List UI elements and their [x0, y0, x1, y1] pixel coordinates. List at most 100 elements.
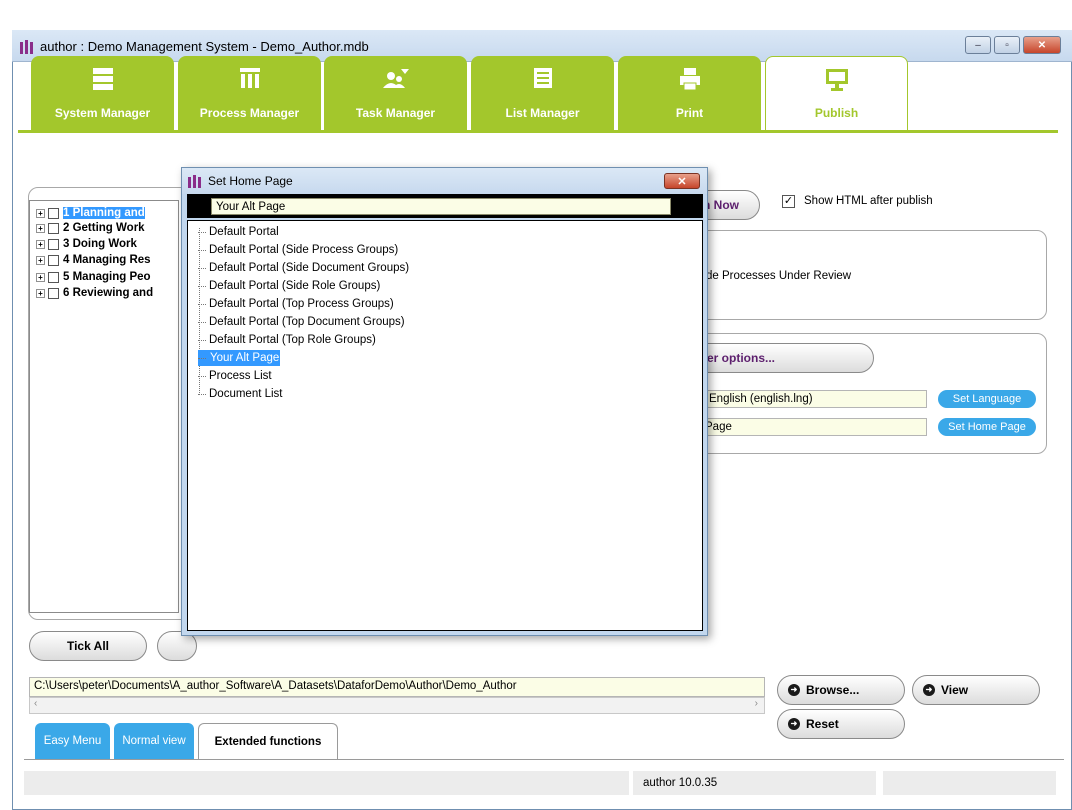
list-item-label: Default Portal (Top Process Groups) — [209, 298, 394, 310]
tab-publish[interactable]: Publish — [765, 56, 908, 130]
expand-icon[interactable]: + — [36, 239, 45, 249]
view-label: View — [941, 683, 969, 697]
tab-task-manager[interactable]: Task Manager — [324, 56, 467, 130]
list-item[interactable]: Default Portal (Top Document Groups) — [198, 314, 405, 330]
dialog-input-bar — [187, 194, 703, 218]
app-logo-icon — [188, 175, 201, 188]
process-tree[interactable]: +1 Planning and +2 Getting Work +3 Doing… — [29, 200, 179, 613]
columns-icon — [239, 68, 260, 88]
browse-label: Browse... — [806, 683, 860, 697]
printer-icon — [679, 68, 700, 90]
maximize-button[interactable]: ▫ — [994, 36, 1020, 54]
tree-item[interactable]: +4 Managing Res — [36, 253, 151, 267]
dialog-close-button[interactable]: ✕ — [664, 173, 700, 189]
list-item[interactable]: Default Portal — [198, 224, 279, 240]
tree-item-label: 4 Managing Res — [63, 254, 151, 266]
tree-item-label: 5 Managing Peo — [63, 271, 151, 283]
set-language-button[interactable]: Set Language — [938, 390, 1036, 408]
bottom-tab-line — [24, 759, 1064, 760]
expand-icon[interactable]: + — [36, 255, 45, 265]
set-home-page-dialog: Set Home Page ✕ Default Portal Default P… — [181, 167, 708, 636]
tab-label: Print — [675, 106, 704, 120]
list-item[interactable]: Default Portal (Side Process Groups) — [198, 242, 398, 258]
tab-normal-view[interactable]: Normal view — [114, 723, 194, 759]
home-page-field[interactable]: Page — [690, 418, 927, 436]
horizontal-scrollbar[interactable]: ‹ › — [29, 697, 765, 714]
arrow-circle-icon: ➜ — [923, 684, 935, 696]
tree-checkbox[interactable] — [48, 254, 59, 266]
tree-item-label: 1 Planning and — [63, 207, 145, 219]
list-item-label: Your Alt Page — [209, 352, 281, 364]
stack-icon — [92, 68, 113, 90]
other-options-button[interactable]: er options... — [690, 343, 874, 373]
browse-button[interactable]: ➜ Browse... — [777, 675, 905, 705]
tree-item-label: 2 Getting Work — [63, 222, 145, 234]
tab-underline — [18, 130, 1058, 133]
status-segment — [883, 771, 1056, 795]
list-item-selected[interactable]: Your Alt Page — [198, 350, 281, 366]
list-item[interactable]: Default Portal (Top Role Groups) — [198, 332, 376, 348]
scroll-right-icon[interactable]: › — [755, 698, 758, 709]
tree-checkbox[interactable] — [48, 222, 59, 234]
tree-checkbox[interactable] — [48, 238, 59, 250]
tree-checkbox[interactable] — [48, 287, 59, 299]
tree-item[interactable]: +2 Getting Work — [36, 221, 145, 235]
list-item-label: Default Portal — [209, 226, 279, 238]
home-page-options-list[interactable]: Default Portal Default Portal (Side Proc… — [187, 220, 703, 631]
list-item-label: Document List — [209, 388, 283, 400]
tab-easy-menu[interactable]: Easy Menu — [35, 723, 110, 759]
review-option-label: de Processes Under Review — [706, 270, 852, 282]
monitor-icon — [825, 69, 848, 91]
list-item-label: Default Portal (Side Role Groups) — [209, 280, 381, 292]
close-button[interactable]: ✕ — [1023, 36, 1061, 54]
reset-button[interactable]: ➜ Reset — [777, 709, 905, 739]
set-home-page-button[interactable]: Set Home Page — [938, 418, 1036, 436]
tree-item-label: 3 Doing Work — [63, 238, 137, 250]
app-logo-icon — [20, 40, 33, 54]
tree-item-label: 6 Reviewing and — [63, 287, 154, 299]
minimize-button[interactable]: – — [965, 36, 991, 54]
list-item[interactable]: Default Portal (Side Role Groups) — [198, 278, 380, 294]
list-item[interactable]: Default Portal (Top Process Groups) — [198, 296, 394, 312]
status-segment — [24, 771, 629, 795]
window-title: author : Demo Management System - Demo_A… — [40, 39, 369, 54]
tree-item[interactable]: +1 Planning and — [36, 206, 145, 220]
list-item-label: Default Portal (Side Document Groups) — [209, 262, 410, 274]
view-button[interactable]: ➜ View — [912, 675, 1040, 705]
list-item-label: Default Portal (Side Process Groups) — [209, 244, 399, 256]
expand-icon[interactable]: + — [36, 272, 45, 282]
tick-all-button[interactable]: Tick All — [29, 631, 147, 661]
tab-label: List Manager — [505, 106, 580, 120]
tab-label: Process Manager — [199, 106, 300, 120]
person-task-icon — [382, 69, 409, 88]
tab-extended-functions[interactable]: Extended functions — [198, 723, 338, 759]
dialog-titlebar: Set Home Page ✕ — [182, 168, 707, 194]
expand-icon[interactable]: + — [36, 223, 45, 233]
list-item-label: Default Portal (Top Role Groups) — [209, 334, 376, 346]
tab-label: Task Manager — [355, 106, 436, 120]
tab-list-manager[interactable]: List Manager — [471, 56, 614, 130]
tree-item[interactable]: +5 Managing Peo — [36, 270, 151, 284]
tab-print[interactable]: Print — [618, 56, 761, 130]
arrow-circle-icon: ➜ — [788, 718, 800, 730]
tree-item[interactable]: +6 Reviewing and — [36, 286, 153, 300]
arrow-circle-icon: ➜ — [788, 684, 800, 696]
dialog-title: Set Home Page — [208, 174, 293, 188]
list-item[interactable]: Default Portal (Side Document Groups) — [198, 260, 409, 276]
list-item-label: Default Portal (Top Document Groups) — [209, 316, 405, 328]
language-field[interactable]: English (english.lng) — [704, 390, 927, 408]
expand-icon[interactable]: + — [36, 208, 45, 218]
tree-item[interactable]: +3 Doing Work — [36, 237, 137, 251]
tab-system-manager[interactable]: System Manager — [31, 56, 174, 130]
database-path-field[interactable]: C:\Users\peter\Documents\A_author_Softwa… — [29, 677, 765, 697]
show-html-checkbox[interactable]: ✓ — [782, 195, 795, 208]
list-item-label: Process List — [209, 370, 272, 382]
scroll-left-icon[interactable]: ‹ — [34, 698, 37, 709]
expand-icon[interactable]: + — [36, 288, 45, 298]
home-page-input[interactable] — [211, 198, 671, 215]
tab-process-manager[interactable]: Process Manager — [178, 56, 321, 130]
tree-checkbox[interactable] — [48, 271, 59, 283]
tree-checkbox[interactable] — [48, 207, 59, 219]
list-item[interactable]: Document List — [198, 386, 283, 402]
list-item[interactable]: Process List — [198, 368, 272, 384]
